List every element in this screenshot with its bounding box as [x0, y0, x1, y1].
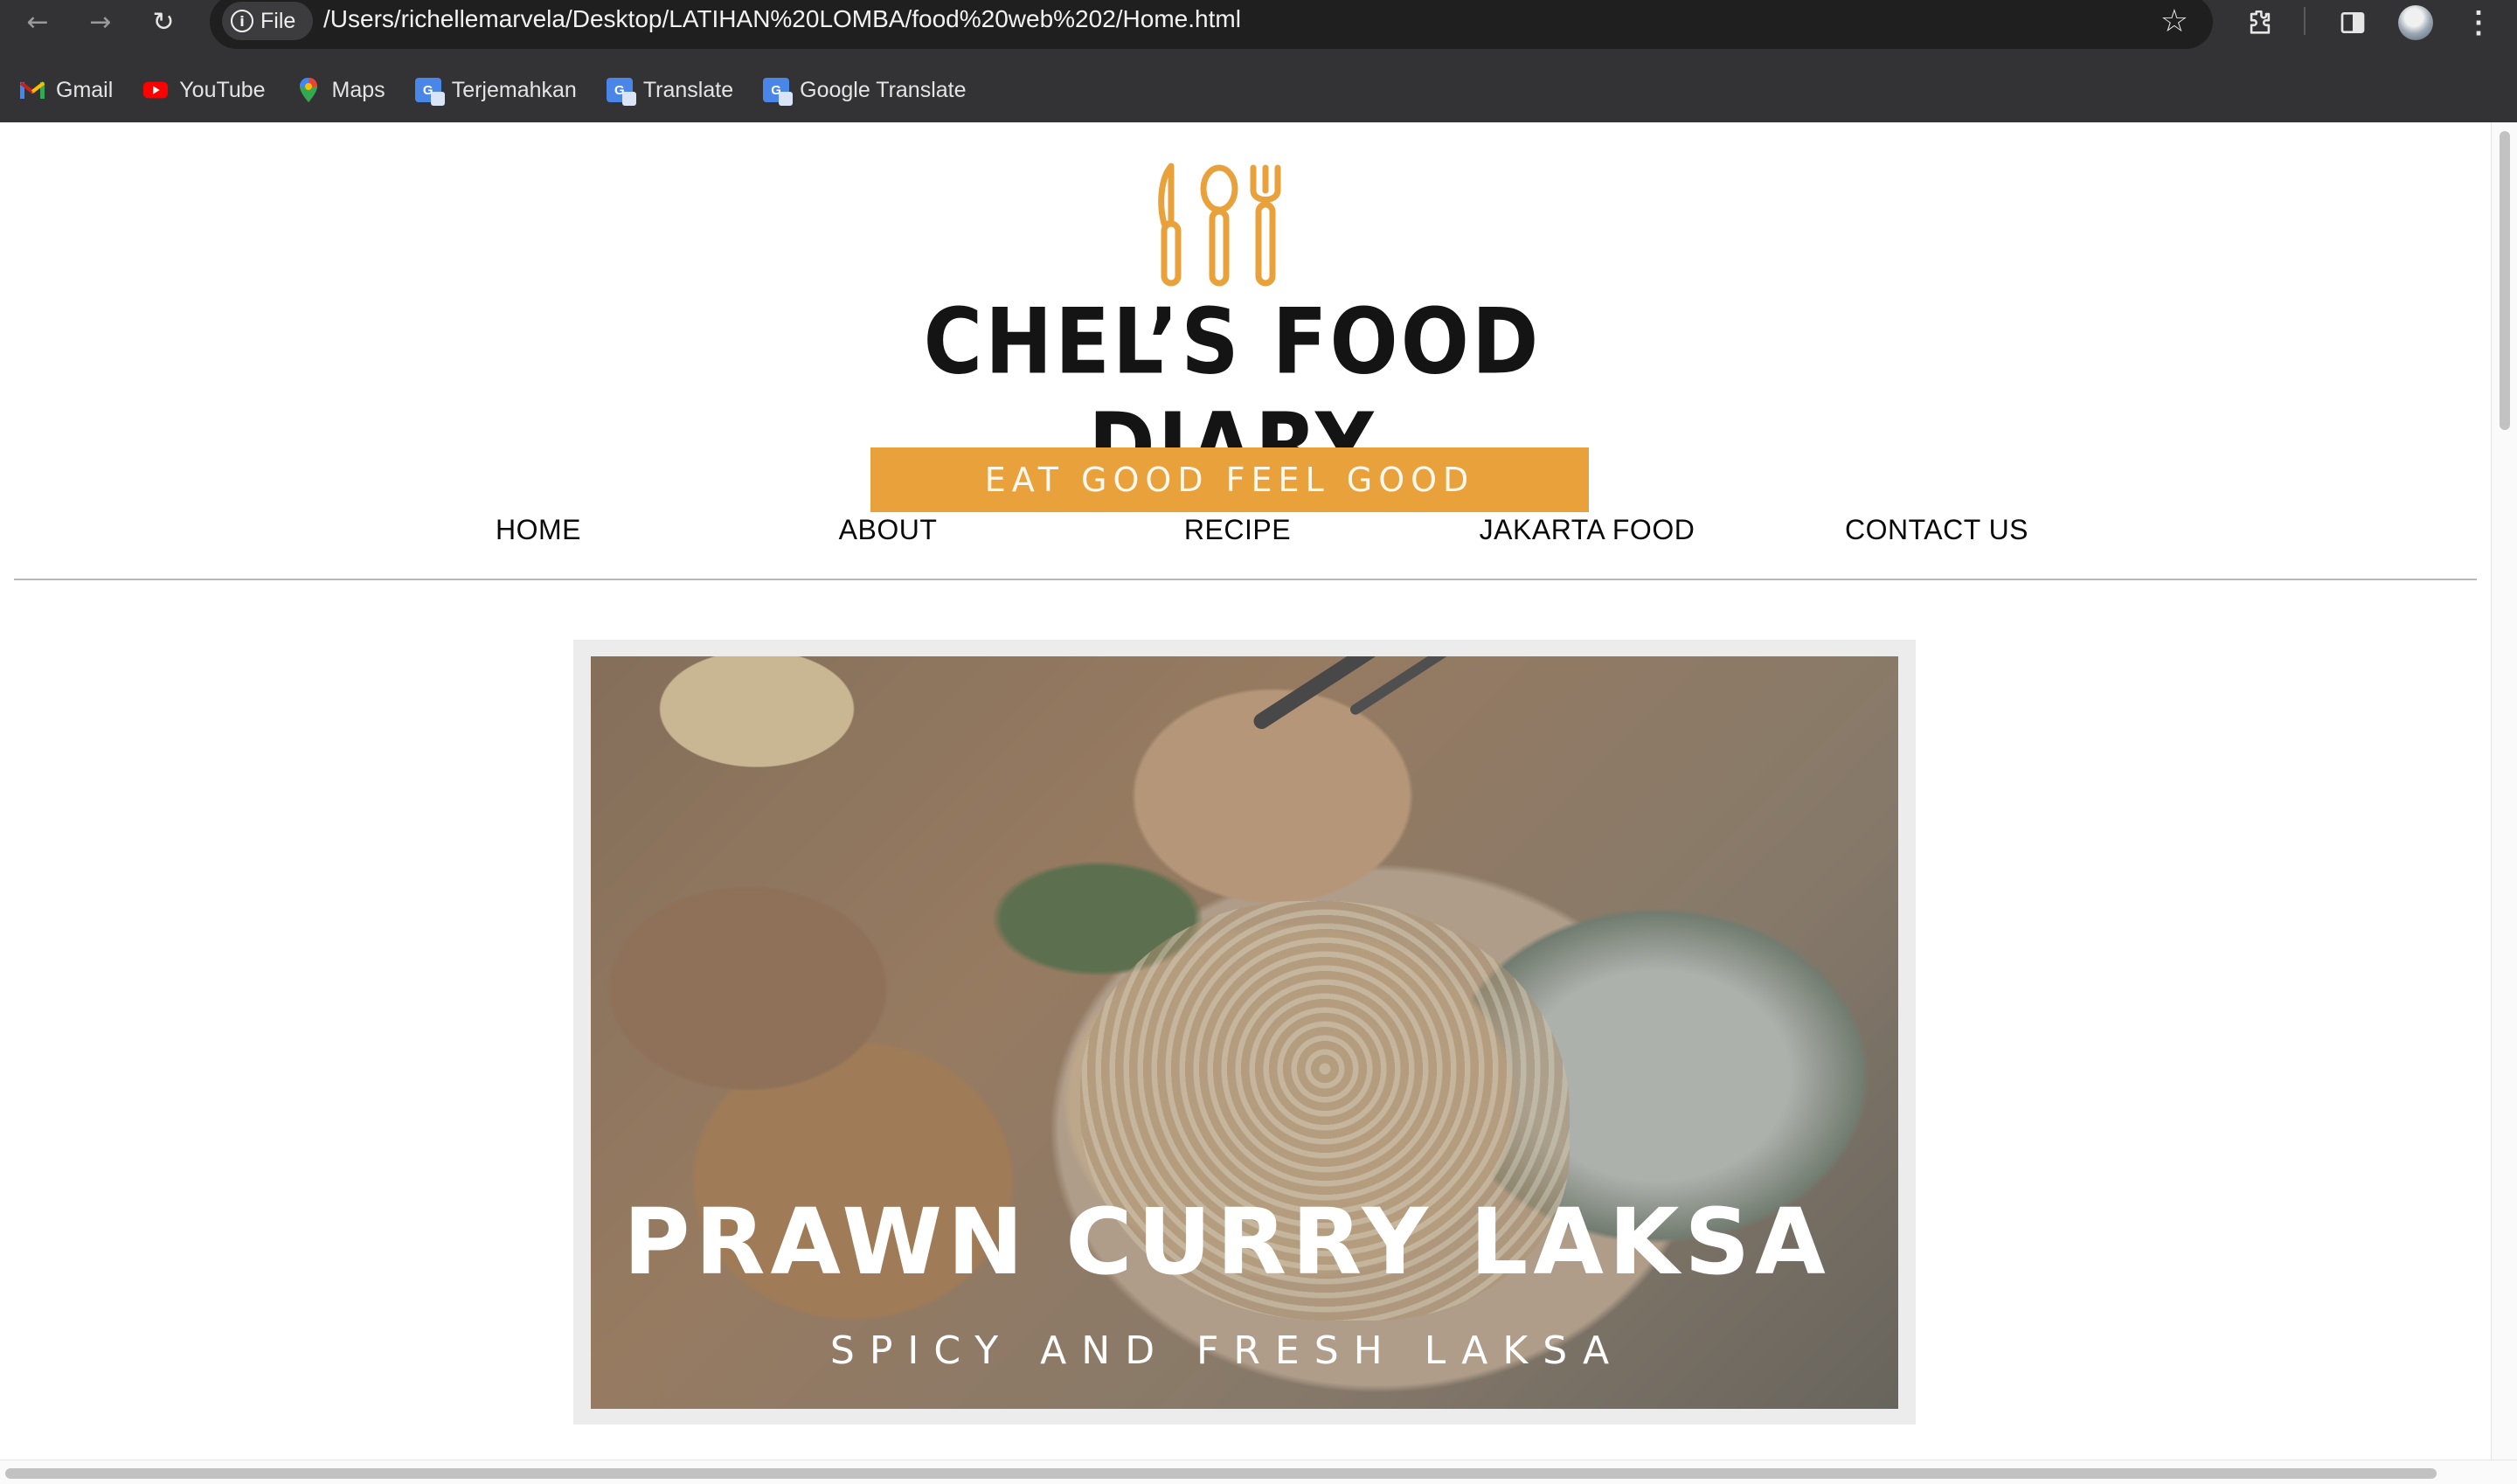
tagline-text: EAT GOOD FEEL GOOD: [984, 461, 1475, 499]
site-info-chip[interactable]: i File: [222, 2, 313, 40]
bookmark-gmail[interactable]: Gmail: [19, 77, 113, 103]
info-icon: i: [231, 10, 253, 32]
extensions-icon[interactable]: [2241, 3, 2279, 42]
hero-banner[interactable]: PRAWN CURRY LAKSA SPICY AND FRESH LAKSA: [573, 640, 1916, 1425]
tagline-banner: EAT GOOD FEEL GOOD: [870, 447, 1589, 512]
google-translate-icon: G: [763, 78, 794, 106]
maps-icon: [295, 77, 322, 103]
google-translate-icon: G: [414, 78, 445, 106]
horizontal-scrollbar[interactable]: [0, 1460, 2517, 1484]
main-navigation: HOME ABOUT RECIPE JAKARTA FOOD CONTACT U…: [0, 505, 2517, 566]
bookmark-label: Terjemahkan: [451, 77, 577, 102]
browser-toolbar: ← → ↻ i File /Users/richellemarvela/Desk…: [0, 0, 2517, 49]
toolbar-divider: [2304, 7, 2306, 35]
nav-about[interactable]: ABOUT: [748, 514, 1028, 546]
hero-title: PRAWN CURRY LAKSA: [623, 1189, 1831, 1295]
nav-contact-us[interactable]: CONTACT US: [1797, 514, 2077, 546]
bookmark-terjemahkan[interactable]: G Terjemahkan: [414, 77, 577, 106]
utensils-icon: [1158, 163, 1281, 287]
youtube-icon: [142, 77, 169, 103]
browser-chrome: ← → ↻ i File /Users/richellemarvela/Desk…: [0, 0, 2517, 122]
file-chip-label: File: [260, 8, 296, 33]
web-page: CHEL’S FOOD DIARY EAT GOOD FEEL GOOD HOM…: [0, 122, 2517, 1484]
bookmark-label: Google Translate: [800, 77, 967, 102]
gmail-icon: [19, 77, 45, 103]
bookmark-youtube[interactable]: YouTube: [142, 77, 266, 103]
header-divider: [14, 579, 2477, 580]
bookmark-label: Maps: [331, 77, 385, 102]
back-icon[interactable]: ←: [19, 3, 56, 40]
forward-icon[interactable]: →: [82, 3, 119, 40]
bookmark-label: YouTube: [179, 77, 266, 102]
hero-image: [591, 656, 1898, 1409]
reload-icon[interactable]: ↻: [145, 3, 182, 40]
side-panel-icon[interactable]: [2333, 3, 2372, 42]
profile-avatar[interactable]: [2396, 3, 2435, 42]
bookmark-google-translate[interactable]: G Google Translate: [763, 77, 967, 106]
more-menu-icon[interactable]: ⋮: [2459, 3, 2498, 42]
horizontal-scroll-thumb[interactable]: [5, 1468, 2437, 1479]
bookmark-star-icon[interactable]: ☆: [2160, 3, 2188, 39]
bookmarks-bar: Gmail YouTube Maps G Terjemahkan G Trans…: [0, 66, 2517, 114]
nav-home[interactable]: HOME: [399, 514, 678, 546]
nav-jakarta-food[interactable]: JAKARTA FOOD: [1447, 514, 1727, 546]
vertical-scrollbar[interactable]: [2491, 122, 2517, 1460]
bookmark-maps[interactable]: Maps: [295, 77, 385, 103]
bookmark-label: Translate: [642, 77, 734, 102]
vertical-scroll-thumb[interactable]: [2500, 131, 2510, 430]
site-logo[interactable]: CHEL’S FOOD DIARY EAT GOOD FEEL GOOD: [865, 161, 1599, 512]
url-text[interactable]: /Users/richellemarvela/Desktop/LATIHAN%2…: [323, 5, 1241, 33]
hero-subtitle: SPICY AND FRESH LAKSA: [829, 1328, 1625, 1373]
bookmark-label: Gmail: [56, 77, 114, 102]
google-translate-icon: G: [606, 78, 636, 106]
hero-overlay: [591, 656, 1898, 1409]
address-bar[interactable]: i File /Users/richellemarvela/Desktop/LA…: [210, 0, 2213, 49]
nav-recipe[interactable]: RECIPE: [1098, 514, 1377, 546]
bookmark-translate[interactable]: G Translate: [606, 77, 734, 106]
avatar: [2398, 5, 2433, 40]
